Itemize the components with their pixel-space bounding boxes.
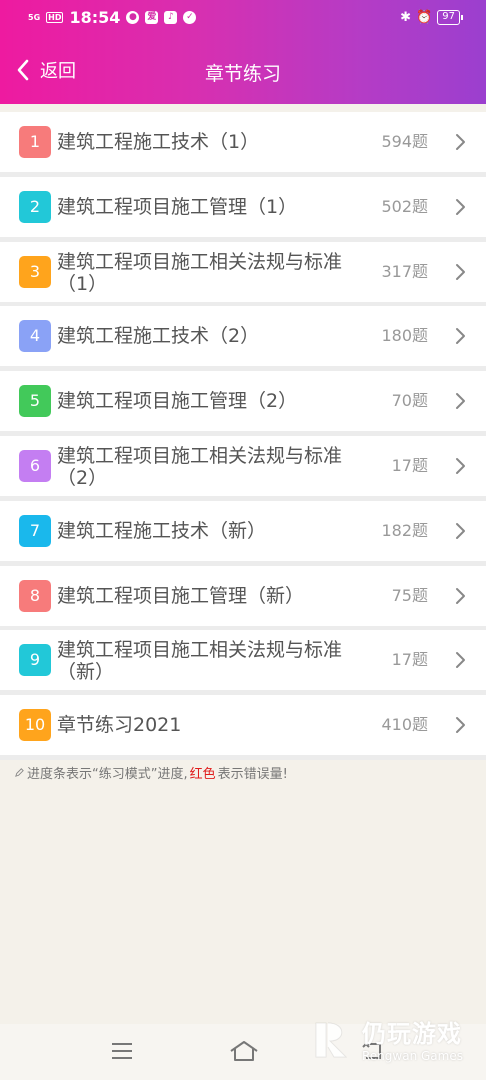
chapter-number-badge: 2 [19,190,51,223]
question-count: 17题 [391,650,428,670]
menu-icon[interactable] [110,1040,134,1062]
question-count: 70题 [391,391,428,411]
question-count: 317题 [381,261,428,281]
chapter-title: 建筑工程项目施工相关法规与标准（新） [57,639,343,684]
watermark: 仍玩游戏 Rengwan Games [312,1014,463,1063]
chapter-number-badge: 8 [19,579,51,612]
chapter-number-badge: 1 [19,126,51,158]
watermark-logo [315,1022,348,1057]
chevron-right-icon [456,458,465,474]
chapter-item[interactable]: 9 建筑工程项目施工相关法规与标准（新） 17题 [0,630,486,696]
app-header: 5G HD 18:54 ● 爱 ♪ ✓ ✱ ⏰ 97 返回 章节练习 [0,0,486,104]
chapter-item[interactable]: 10 章节练习2021 410题 [0,695,486,761]
note-prefix: 进度条表示“练习模式”进度, [27,767,188,782]
chapter-item[interactable]: 8 建筑工程项目施工管理（新） 75题 [0,565,486,631]
battery-indicator: 97 [437,10,463,25]
chevron-right-icon [456,134,465,150]
chapter-number-badge: 7 [19,514,51,547]
watermark-cn: 仍玩游戏 [362,1020,462,1048]
chevron-right-icon [456,263,465,280]
music-notification-icon: ♪ [164,11,178,24]
question-count: 182题 [381,520,428,540]
chapter-title: 建筑工程施工技术（1） [57,131,260,153]
chapter-item[interactable]: 6 建筑工程项目施工相关法规与标准（2） 17题 [0,436,486,501]
chapter-title: 章节练习2021 [57,714,182,737]
status-bar: 5G HD 18:54 ● 爱 ♪ ✓ ✱ ⏰ 97 [0,0,486,38]
network-indicator: 5G [28,12,41,22]
chapter-item[interactable]: 5 建筑工程项目施工管理（2） 70题 [0,371,486,437]
chapter-item[interactable]: 7 建筑工程施工技术（新） 182题 [0,500,486,566]
chevron-right-icon [456,652,465,669]
chapter-number-badge: 5 [19,385,51,418]
chapter-number-badge: 6 [19,450,51,482]
watermark-en: Rengwan Games [362,1049,463,1063]
chapter-number-badge: 9 [19,644,51,677]
chevron-right-icon [456,717,465,734]
page-title: 章节练习 [204,63,281,85]
chapter-title: 建筑工程施工技术（2） [57,325,260,348]
nav-bar: 返回 章节练习 [0,48,486,92]
alarm-icon: ⏰ [416,10,433,25]
question-count: 75题 [391,585,428,605]
chapter-title: 建筑工程项目施工管理（1） [57,195,298,218]
app-notification-icon: 爱 [145,11,159,24]
home-icon[interactable] [228,1038,260,1064]
chat-notification-icon: ● [126,11,140,24]
chevron-right-icon [456,522,465,539]
chapter-item[interactable]: 4 建筑工程施工技术（2） 180题 [0,306,486,372]
question-count: 502题 [381,196,428,216]
question-count: 594题 [381,132,428,151]
chevron-right-icon [456,393,465,410]
chevron-right-icon [456,198,465,215]
chapter-item[interactable]: 3 建筑工程项目施工相关法规与标准（1） 317题 [0,241,486,307]
chapter-number-badge: 3 [19,255,51,288]
chapter-title: 建筑工程项目施工管理（2） [57,390,298,413]
chapter-title: 建筑工程项目施工管理（新） [57,584,305,607]
question-count: 410题 [381,715,428,735]
bluetooth-icon: ✱ [400,10,412,25]
question-count: 180题 [381,326,428,346]
note-suffix: 表示错误量! [217,767,288,782]
chapter-item[interactable]: 2 建筑工程项目施工管理（1） 502题 [0,176,486,242]
question-count: 17题 [391,456,428,475]
app2-notification-icon: ✓ [183,11,197,24]
hd-indicator: HD [46,12,64,23]
progress-note: 进度条表示“练习模式”进度, 红色 表示错误量! [14,763,288,782]
status-time: 18:54 [69,8,121,27]
chapter-title: 建筑工程项目施工相关法规与标准（2） [57,445,343,489]
chapter-item[interactable]: 1 建筑工程施工技术（1） 594题 [0,112,486,177]
chevron-right-icon [456,587,465,604]
chapter-number-badge: 10 [19,709,51,742]
chapter-title: 建筑工程施工技术（新） [57,519,267,542]
note-red-word: 红色 [189,767,216,782]
chapter-number-badge: 4 [19,320,51,353]
chapter-title: 建筑工程项目施工相关法规与标准（1） [57,250,343,295]
pen-icon [15,768,24,777]
chevron-right-icon [456,328,465,345]
